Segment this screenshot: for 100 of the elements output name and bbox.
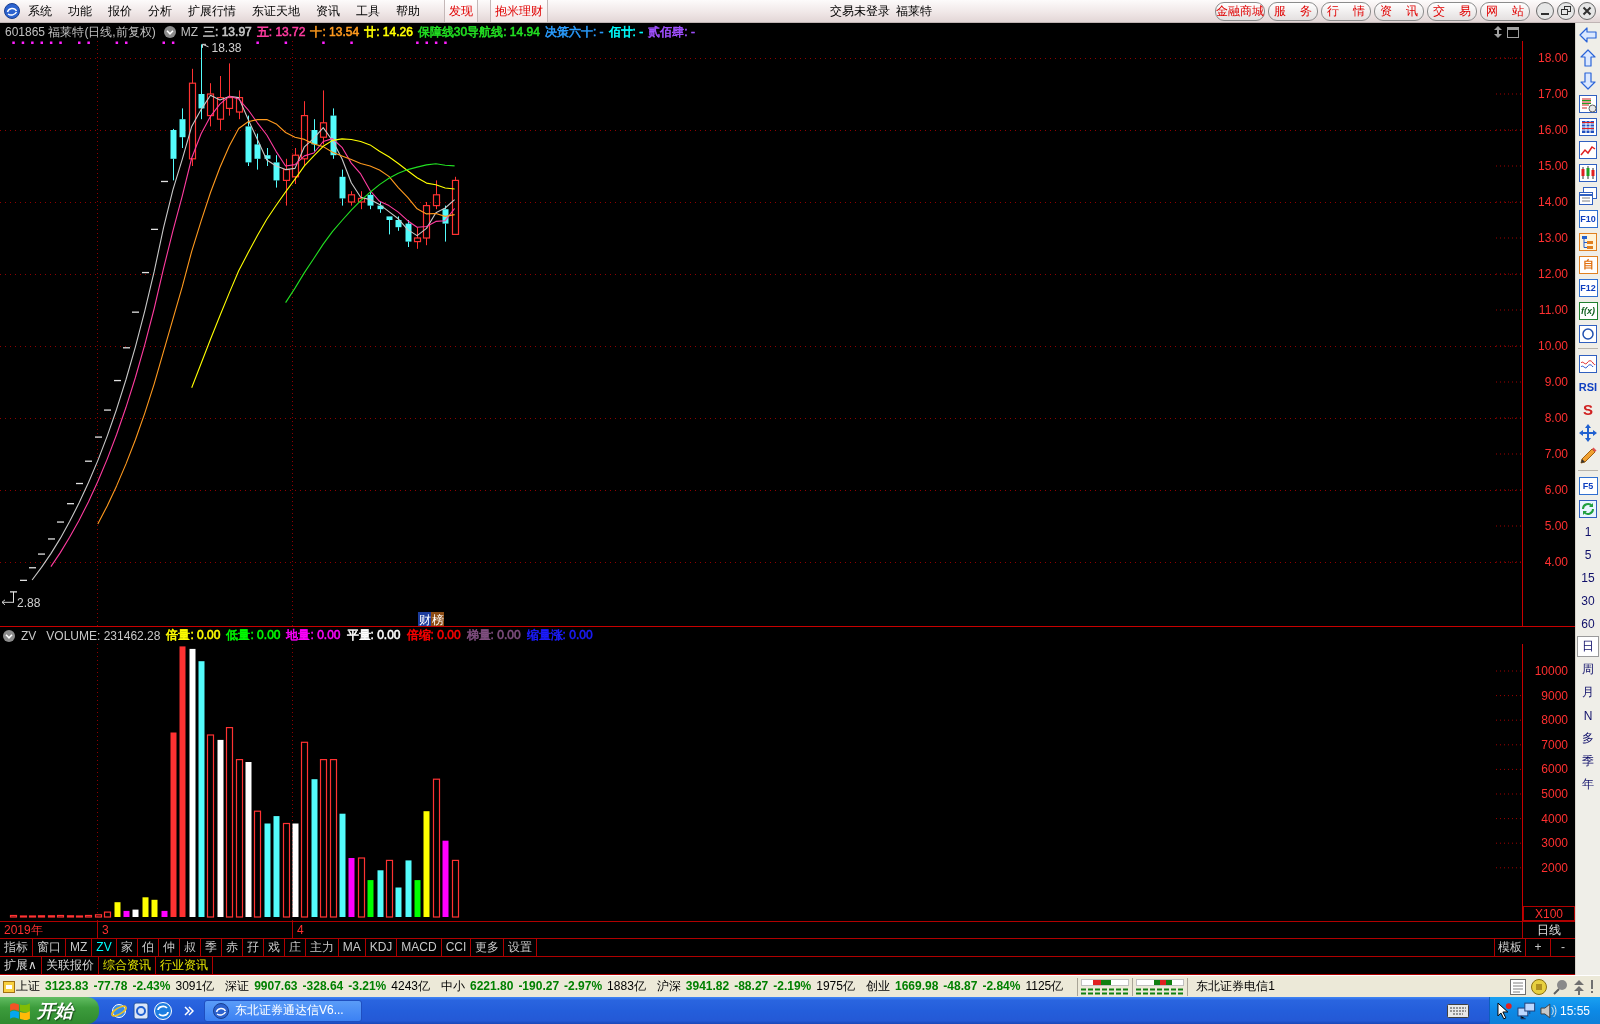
menu-item[interactable]: 系统 (28, 2, 52, 20)
indicator-name: MZ (180, 25, 199, 39)
pin-icon[interactable] (1552, 978, 1568, 995)
menu-item[interactable]: 东证天地 (252, 2, 300, 20)
period-button[interactable]: 15 (1577, 567, 1599, 588)
report-icon[interactable] (1579, 94, 1597, 113)
tool-button[interactable]: F12 (1578, 278, 1598, 297)
leader-arrow (202, 43, 209, 49)
wave-chart-icon[interactable] (1579, 354, 1597, 373)
indicator-value: 地量: 0.00 (286, 627, 341, 644)
double-up-arrow-icon[interactable] (1573, 978, 1585, 995)
logo-icon[interactable] (4, 3, 20, 19)
tool-button[interactable]: F5 (1578, 476, 1598, 495)
service-button[interactable]: 网 站 (1480, 1, 1530, 21)
service-button[interactable]: 行 情 (1321, 1, 1371, 21)
signal-marker (21, 41, 25, 44)
period-button[interactable]: 周 (1577, 659, 1599, 680)
stacked-windows-icon[interactable] (1579, 186, 1597, 205)
resize-icon[interactable] (1494, 26, 1502, 38)
pointer-icon[interactable] (1496, 1001, 1514, 1020)
table-icon[interactable] (1579, 117, 1597, 136)
start-button[interactable]: 开始 (0, 997, 99, 1024)
candlestick (254, 133, 261, 171)
period-button[interactable]: 5 (1577, 544, 1599, 565)
price-axis-label: 4.00 (1544, 555, 1568, 569)
tool-button[interactable]: f(x) (1578, 301, 1598, 320)
candlestick (113, 379, 122, 382)
menu-item[interactable]: 扩展行情 (188, 2, 236, 20)
tree-icon[interactable] (1579, 232, 1597, 251)
period-button[interactable]: 1 (1577, 521, 1599, 542)
template-button[interactable]: 模板 (1494, 939, 1525, 956)
keyboard-icon[interactable] (1447, 1003, 1469, 1018)
tool-button[interactable]: F10 (1578, 209, 1598, 228)
speaker-icon[interactable] (1539, 1001, 1557, 1020)
notepad-icon[interactable] (1510, 978, 1526, 995)
period-button[interactable]: 多 (1577, 728, 1599, 749)
restore-icon[interactable] (1557, 2, 1575, 20)
close-icon[interactable] (1578, 2, 1596, 20)
menu-item[interactable]: 功能 (68, 2, 92, 20)
candlestick (9, 591, 18, 603)
period-button[interactable]: 年 (1577, 774, 1599, 795)
up-arrow-icon[interactable] (1579, 48, 1597, 67)
index-percent: -2.43% (132, 979, 171, 993)
price-axis-label: 14.00 (1537, 195, 1568, 209)
period-button[interactable]: 季 (1577, 751, 1599, 772)
candlestick-icon[interactable] (1579, 163, 1597, 182)
tool-button[interactable]: S (1578, 400, 1598, 419)
indicator-value: 廿: 14.26 (364, 23, 413, 41)
service-button[interactable]: 交 易 (1427, 1, 1477, 21)
period-button[interactable]: 30 (1577, 590, 1599, 611)
indicator-value: 十: 13.54 (310, 23, 360, 41)
turnover-amount: 3091亿 (175, 978, 215, 995)
left-arrow-icon[interactable] (1579, 25, 1597, 44)
service-button[interactable]: 金融商城 (1215, 1, 1265, 21)
period-button[interactable]: 日 (1577, 636, 1599, 657)
menu-item[interactable]: 资讯 (316, 2, 340, 20)
period-button[interactable]: 60 (1577, 613, 1599, 634)
index-icon[interactable] (3, 980, 15, 993)
candlestick (47, 538, 56, 540)
volume-axis-label: 5000 (1541, 787, 1568, 801)
volume-bar (114, 902, 121, 917)
event-tag[interactable]: 榜 (431, 612, 444, 626)
move-icon[interactable] (1579, 423, 1597, 442)
menu-item[interactable]: 分析 (148, 2, 172, 20)
period-button[interactable]: 月 (1577, 682, 1599, 703)
service-button[interactable]: 服 务 (1268, 1, 1318, 21)
pencil-icon[interactable] (1579, 446, 1597, 465)
tool-button[interactable]: RSI (1578, 377, 1598, 396)
signal-marker (59, 41, 62, 44)
line-chart-icon[interactable] (1579, 140, 1597, 159)
low-price-label: 2.88 (17, 596, 41, 611)
service-button[interactable]: 资 讯 (1374, 1, 1424, 21)
network-icon[interactable] (1516, 1001, 1537, 1020)
coin-icon[interactable] (1531, 978, 1547, 995)
minimize-icon[interactable] (1536, 2, 1554, 20)
document-icon[interactable] (132, 1001, 150, 1020)
signal-marker (434, 41, 438, 44)
signal-marker (49, 41, 53, 44)
circle-icon[interactable] (1579, 324, 1597, 343)
exclamation-icon[interactable] (1590, 979, 1594, 994)
menu-item[interactable]: 帮助 (396, 2, 420, 20)
refresh-icon[interactable] (1579, 499, 1597, 518)
turnover-amount: 1125亿 (1025, 978, 1064, 995)
event-tag[interactable]: 财 (418, 612, 431, 626)
down-arrow-icon[interactable] (1579, 71, 1597, 90)
window-icon[interactable] (1507, 26, 1519, 38)
browser-icon[interactable] (110, 1001, 128, 1020)
index-change: -88.27 (734, 979, 769, 993)
swirl-icon[interactable] (154, 1001, 172, 1020)
dropdown-icon[interactable] (163, 26, 176, 38)
menu-item[interactable]: 工具 (356, 2, 380, 20)
chevron-icon[interactable] (184, 1005, 194, 1016)
menu-item[interactable]: 抱米理财 (490, 0, 548, 22)
menu-item[interactable]: 报价 (108, 2, 132, 20)
index-change: -48.87 (943, 979, 978, 993)
menu-item[interactable]: 发现 (444, 0, 478, 22)
dropdown-icon[interactable] (3, 629, 15, 642)
period-button[interactable]: N (1577, 705, 1599, 726)
signal-marker (115, 41, 119, 44)
index-value: 6221.80 (470, 979, 514, 993)
